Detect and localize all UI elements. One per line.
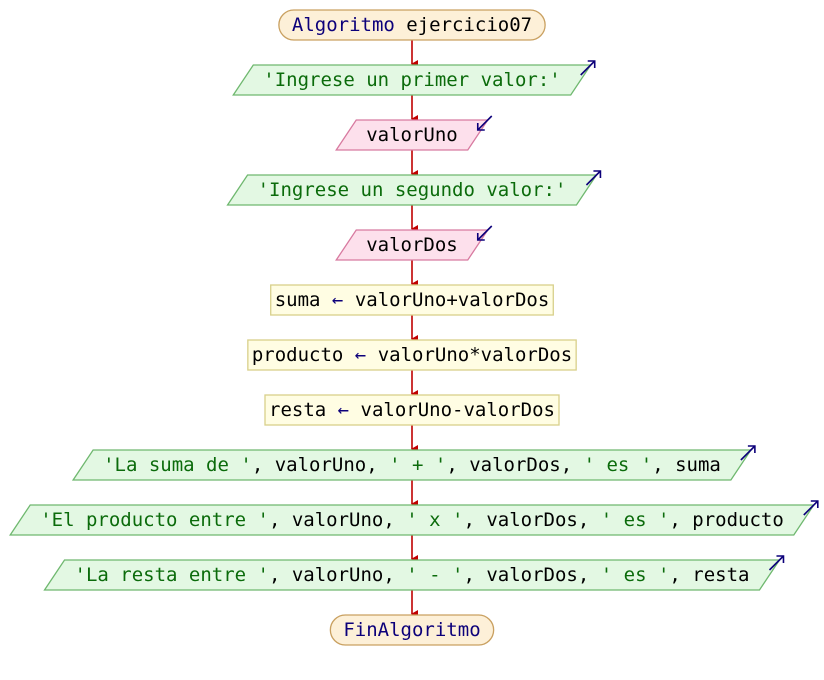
input-valorDos-label: valorDos — [366, 234, 458, 256]
input-valorDos: valorDos — [335, 229, 489, 261]
start-terminal-label: Algoritmo ejercicio07 — [292, 14, 532, 36]
output-prompt-second-value-label: 'Ingrese un segundo valor:' — [258, 179, 567, 201]
flowchart: Algoritmo ejercicio07 'Ingrese un primer … — [8, 9, 819, 646]
input-valorUno-label: valorUno — [366, 124, 458, 146]
end-terminal: FinAlgoritmo — [329, 614, 495, 646]
input-valorUno: valorUno — [335, 119, 489, 151]
process-suma-label: suma ← valorUno+valorDos — [275, 289, 550, 311]
output-resta-label: 'La resta entre ', valorUno, ' - ', valo… — [75, 564, 750, 586]
output-suma-label: 'La suma de ', valorUno, ' + ', valorDos… — [103, 454, 721, 476]
end-terminal-label: FinAlgoritmo — [343, 619, 480, 641]
output-producto: 'El producto entre ', valorUno, ' x ', v… — [8, 504, 816, 536]
start-terminal: Algoritmo ejercicio07 — [278, 9, 546, 41]
process-suma: suma ← valorUno+valorDos — [270, 284, 554, 316]
output-suma: 'La suma de ', valorUno, ' + ', valorDos… — [71, 449, 753, 481]
process-producto-label: producto ← valorUno*valorDos — [252, 344, 572, 366]
output-resta: 'La resta entre ', valorUno, ' - ', valo… — [43, 559, 781, 591]
output-prompt-first-value-label: 'Ingrese un primer valor:' — [263, 69, 560, 91]
output-producto-label: 'El producto entre ', valorUno, ' x ', v… — [40, 509, 784, 531]
process-producto: producto ← valorUno*valorDos — [247, 339, 577, 371]
process-resta: resta ← valorUno-valorDos — [264, 394, 560, 426]
output-prompt-second-value: 'Ingrese un segundo valor:' — [226, 174, 598, 206]
process-resta-label: resta ← valorUno-valorDos — [269, 399, 555, 421]
output-prompt-first-value: 'Ingrese un primer valor:' — [232, 64, 592, 96]
